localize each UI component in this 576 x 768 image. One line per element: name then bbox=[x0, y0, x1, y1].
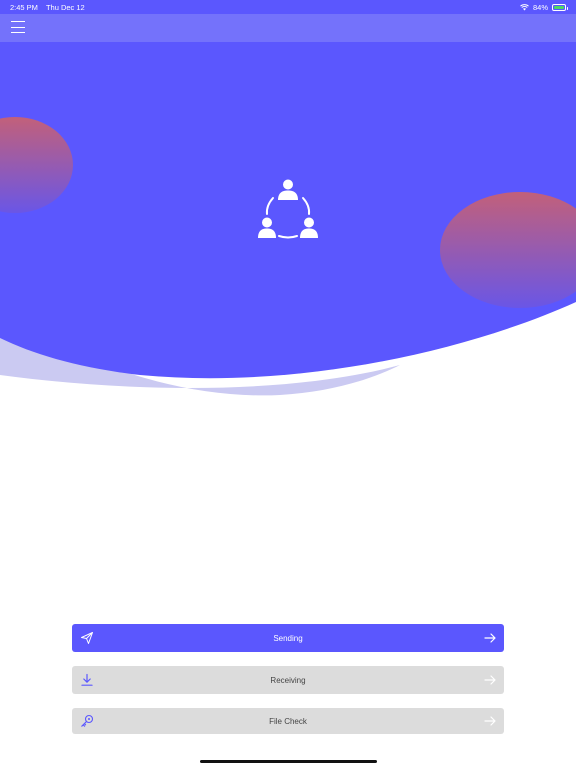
download-icon bbox=[81, 673, 93, 686]
sending-button[interactable]: Sending bbox=[72, 624, 504, 652]
file-check-label: File Check bbox=[269, 716, 307, 726]
hamburger-menu-icon[interactable] bbox=[11, 21, 25, 33]
paper-plane-icon bbox=[81, 632, 93, 644]
status-time: 2:45 PM bbox=[10, 2, 38, 12]
arrow-right-icon bbox=[484, 633, 496, 643]
people-network-icon bbox=[258, 179, 318, 239]
menu-line bbox=[11, 32, 25, 33]
navigation-bar bbox=[0, 14, 576, 42]
menu-line bbox=[11, 21, 25, 22]
receiving-button[interactable]: Receiving bbox=[72, 666, 504, 694]
status-left: 2:45 PM Thu Dec 12 bbox=[10, 3, 85, 12]
battery-icon bbox=[552, 3, 568, 11]
home-indicator[interactable] bbox=[200, 760, 377, 763]
file-check-button[interactable]: File Check bbox=[72, 708, 504, 734]
sending-label: Sending bbox=[273, 633, 303, 643]
arrow-right-icon bbox=[484, 675, 496, 685]
status-right: 84% bbox=[520, 2, 568, 12]
wifi-icon bbox=[520, 3, 529, 10]
key-icon bbox=[81, 714, 94, 727]
status-bar: 2:45 PM Thu Dec 12 84% bbox=[0, 0, 576, 14]
receiving-label: Receiving bbox=[270, 675, 306, 685]
arrow-right-icon bbox=[484, 716, 496, 726]
status-date: Thu Dec 12 bbox=[45, 2, 85, 12]
battery-percentage: 84% bbox=[532, 2, 548, 12]
menu-line bbox=[11, 26, 25, 28]
battery-fill bbox=[554, 5, 565, 9]
